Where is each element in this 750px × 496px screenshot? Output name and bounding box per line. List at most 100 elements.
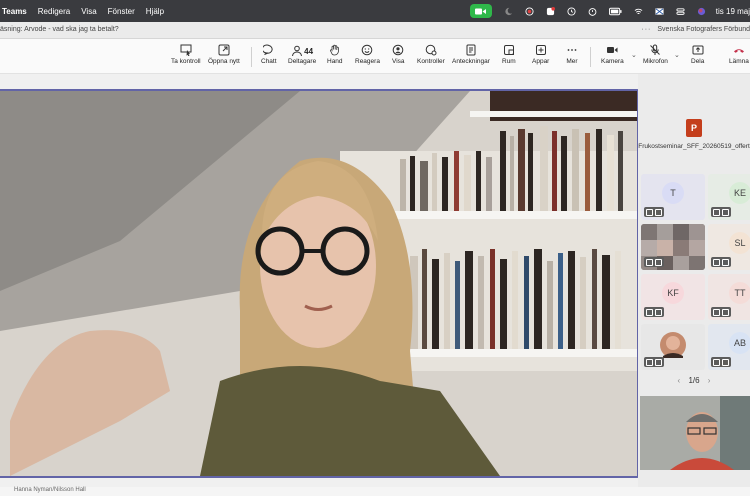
- pager-prev-button[interactable]: ‹: [678, 376, 681, 385]
- chat-icon: [262, 44, 273, 55]
- notes-button[interactable]: Anteckningar: [452, 44, 490, 65]
- take-control-label: Ta kontroll: [171, 58, 201, 65]
- mic-options-chevron-icon[interactable]: ⌄: [674, 51, 680, 59]
- muted-mic-icon: [644, 357, 664, 367]
- participant-tile[interactable]: AB: [708, 324, 750, 370]
- more-dots-icon: [567, 49, 577, 51]
- notes-icon: [466, 44, 476, 56]
- org-area: ··· Svenska Fotografers Förbund: [641, 26, 750, 33]
- open-new-button[interactable]: Öppna nytt: [208, 44, 240, 65]
- participant-tile[interactable]: KE: [708, 174, 750, 220]
- muted-mic-icon: [644, 257, 664, 267]
- camera-options-chevron-icon[interactable]: ⌄: [631, 51, 637, 59]
- meeting-stage: P Frukostseminar_SFF_20260519_offert T K…: [0, 74, 750, 496]
- menu-window[interactable]: Fönster: [108, 7, 135, 16]
- react-button[interactable]: Reagera: [355, 44, 380, 65]
- menu-bar: Teams Redigera Visa Fönster Hjälp tis 19…: [0, 0, 750, 22]
- menu-edit[interactable]: Redigera: [38, 7, 70, 16]
- muted-mic-icon: [711, 257, 731, 267]
- camera-icon: [607, 47, 618, 53]
- more-button[interactable]: Mer: [566, 44, 578, 65]
- muted-mic-icon: [644, 207, 664, 217]
- participant-avatar: SL: [729, 232, 750, 254]
- participant-avatar: T: [662, 182, 684, 204]
- chat-label: Chatt: [261, 58, 277, 65]
- participant-tile[interactable]: SL: [708, 224, 750, 270]
- more-options-button[interactable]: ···: [641, 26, 651, 33]
- participant-count: 44: [304, 46, 314, 56]
- hand-label: Hand: [327, 58, 343, 65]
- participant-tile[interactable]: KF: [641, 274, 705, 320]
- muted-mic-icon: [711, 207, 731, 217]
- controls-label: Kontroller: [417, 58, 445, 65]
- siri-icon[interactable]: [697, 7, 706, 16]
- shared-file[interactable]: P Frukostseminar_SFF_20260519_offert: [638, 118, 750, 150]
- take-control-button[interactable]: Ta kontroll: [171, 44, 201, 65]
- keyboard-layout-icon[interactable]: [655, 7, 664, 16]
- participant-tile[interactable]: [641, 324, 705, 370]
- menu-app-name[interactable]: Teams: [2, 7, 27, 16]
- powerpoint-icon: P: [686, 119, 702, 137]
- apps-label: Appar: [532, 58, 550, 65]
- pager-next-button[interactable]: ›: [708, 376, 711, 385]
- raise-hand-button[interactable]: Hand: [327, 44, 343, 65]
- meeting-title-bar: äsning: Arvode - vad ska jag ta betalt? …: [0, 22, 750, 39]
- muted-mic-icon: [711, 307, 731, 317]
- organization-name[interactable]: Svenska Fotografers Förbund: [657, 26, 750, 33]
- share-button[interactable]: Dela: [691, 44, 704, 65]
- participant-avatar: KE: [729, 182, 750, 204]
- rooms-label: Rum: [502, 58, 516, 65]
- controls-button[interactable]: Kontroller: [417, 44, 445, 65]
- people-icon: [292, 45, 303, 57]
- emoji-icon: [362, 44, 373, 56]
- shield-settings-icon: [425, 44, 437, 56]
- participant-avatar: KF: [662, 282, 684, 304]
- muted-mic-icon: [711, 357, 731, 367]
- moon-icon[interactable]: [504, 7, 513, 16]
- menu-bar-status: tis 19 maj: [469, 0, 750, 22]
- teams-status-icon[interactable]: [546, 6, 555, 16]
- muted-mic-icon: [644, 307, 664, 317]
- view-person-icon: [392, 44, 404, 56]
- speaker-video[interactable]: [0, 89, 639, 478]
- mic-button[interactable]: Mikrofon: [643, 44, 668, 65]
- apps-button[interactable]: Appar: [532, 44, 549, 65]
- participant-tile-video[interactable]: [641, 224, 705, 270]
- control-center-icon[interactable]: [676, 7, 685, 16]
- leave-label: Lämna: [729, 58, 749, 65]
- mic-label: Mikrofon: [643, 58, 668, 65]
- menu-view[interactable]: Visa: [81, 7, 96, 16]
- battery-icon[interactable]: [608, 7, 622, 16]
- take-control-icon: [180, 44, 192, 56]
- react-label: Reagera: [355, 58, 380, 65]
- menu-help[interactable]: Hjälp: [146, 7, 164, 16]
- rooms-button[interactable]: Rum: [502, 44, 516, 65]
- participant-tile[interactable]: T: [641, 174, 705, 220]
- participants-label: Deltagare: [288, 58, 317, 65]
- speaker-video-frame: [0, 91, 637, 476]
- chat-button[interactable]: Chatt: [261, 44, 277, 65]
- side-panel: P Frukostseminar_SFF_20260519_offert T K…: [638, 74, 750, 496]
- view-button[interactable]: Visa: [392, 44, 405, 65]
- open-new-window-icon: [218, 44, 230, 56]
- participant-tile[interactable]: TT: [708, 274, 750, 320]
- toolbar-divider-2: [590, 47, 591, 67]
- leave-button[interactable]: Lämna: [729, 44, 749, 65]
- participants-button[interactable]: 44 Deltagare: [288, 44, 316, 65]
- menu-clock[interactable]: tis 19 maj: [716, 7, 750, 16]
- meeting-title: äsning: Arvode - vad ska jag ta betalt?: [0, 26, 119, 33]
- camera-button[interactable]: Kamera: [601, 44, 624, 65]
- more-label: Mer: [566, 58, 578, 65]
- pager-label: 1/6: [688, 376, 700, 385]
- wifi-icon[interactable]: [634, 7, 643, 16]
- breakout-rooms-icon: [503, 45, 514, 55]
- self-view-frame: [640, 396, 750, 470]
- share-screen-icon: [692, 45, 704, 55]
- self-view-video[interactable]: [640, 396, 750, 470]
- shared-file-name: Frukostseminar_SFF_20260519_offert: [638, 143, 750, 150]
- record-icon[interactable]: [525, 6, 534, 16]
- timer-icon[interactable]: [588, 7, 597, 16]
- toolbar-divider: [251, 47, 252, 67]
- camera-in-use-icon[interactable]: [469, 4, 492, 18]
- history-icon[interactable]: [567, 6, 576, 16]
